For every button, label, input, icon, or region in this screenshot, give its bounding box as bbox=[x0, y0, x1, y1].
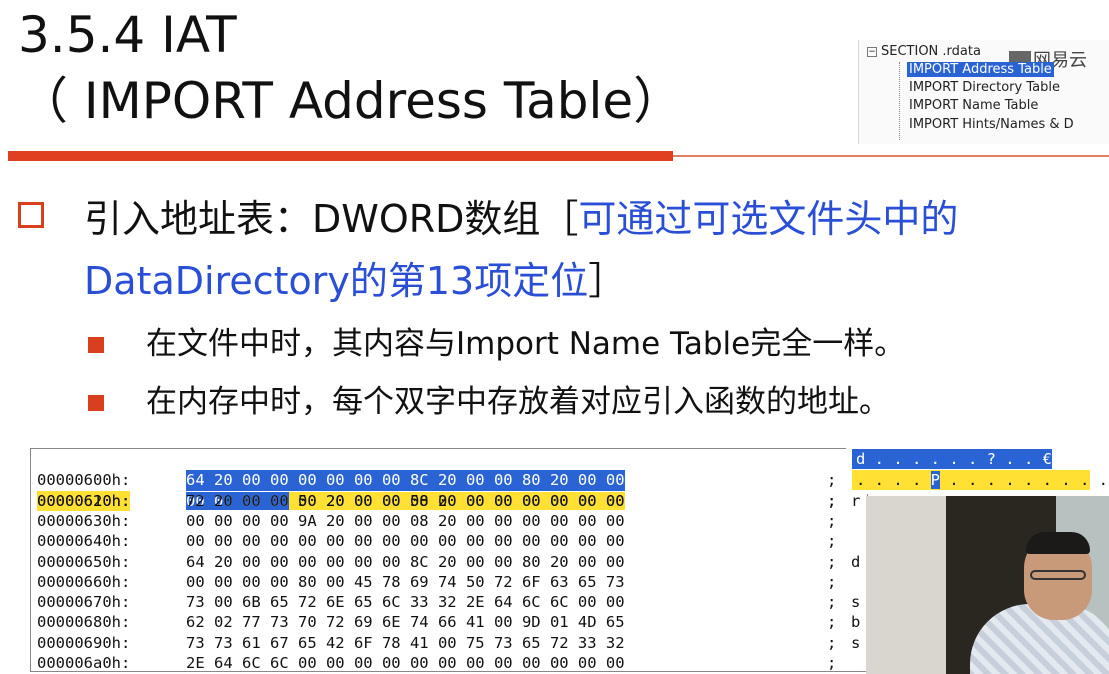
tree-item-import-name-table[interactable]: IMPORT Name Table bbox=[907, 98, 1040, 113]
title-underline-thin bbox=[673, 155, 1109, 157]
sub-bullet-memory: 在内存中时，每个双字中存放着对应引入函数的地址。 bbox=[146, 384, 890, 420]
hex-row[interactable]: 00000600h: 64 20 00 00 00 00 00 00 8C 20 … bbox=[31, 450, 836, 491]
square-bullet-icon bbox=[88, 337, 104, 353]
hollow-square-bullet-icon bbox=[18, 202, 44, 228]
hex-dump-view[interactable]: 00000600h: 64 20 00 00 00 00 00 00 8C 20 … bbox=[30, 448, 868, 672]
tree-item-import-directory-table[interactable]: IMPORT Directory Table bbox=[907, 80, 1062, 95]
tree-item-import-address-table[interactable]: IMPORT Address Table bbox=[907, 62, 1054, 77]
sub-bullet-file: 在文件中时，其内容与Import Name Table完全一样。 bbox=[146, 326, 906, 362]
slide-title-line2: （ IMPORT Address Table） bbox=[18, 72, 684, 130]
ascii-row-highlighted[interactable]: . . . . P . . . . . . . . . . bbox=[852, 470, 1108, 491]
glasses-icon bbox=[1030, 570, 1086, 580]
tree-connector bbox=[899, 62, 901, 140]
title-underline-bar bbox=[8, 151, 673, 161]
tree-item-import-hints-names[interactable]: IMPORT Hints/Names & D bbox=[907, 117, 1076, 132]
slide-title-line1: 3.5.4 IAT bbox=[18, 6, 237, 64]
tree-root-section-rdata[interactable]: − SECTION .rdata bbox=[867, 44, 981, 59]
slide-title: 3.5.4 IAT （ IMPORT Address Table） bbox=[18, 2, 858, 134]
section-tree-panel: − SECTION .rdata 网易云 IMPORT Address Table… bbox=[858, 40, 1109, 144]
ascii-row-selected[interactable]: d . . . . . . ? . . € . . bbox=[852, 449, 1089, 470]
presenter-webcam bbox=[866, 496, 1109, 674]
hex-row[interactable]: 00000610h: 00 00 00 00 50 20 00 00 00 00 … bbox=[31, 470, 836, 511]
hex-ascii-column[interactable]: d . . . . . . ? . . € . . . . . . P . . … bbox=[846, 448, 1108, 494]
collapse-icon[interactable]: − bbox=[867, 47, 877, 57]
main-bullet-text: 引入地址表：DWORD数组［可通过可选文件头中的DataDirectory的第1… bbox=[84, 197, 959, 303]
square-bullet-icon bbox=[88, 395, 104, 411]
